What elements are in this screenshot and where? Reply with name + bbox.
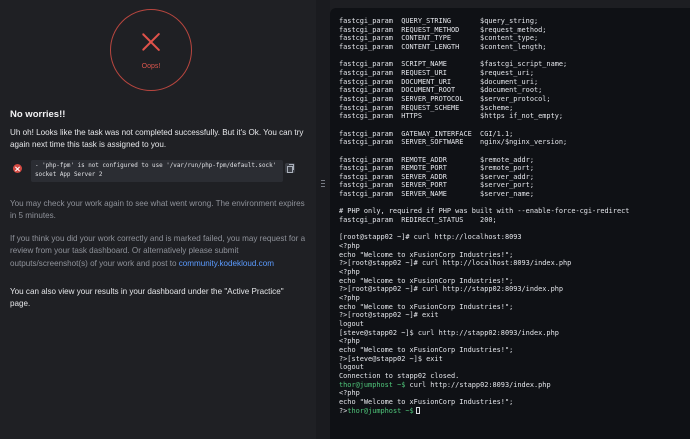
- result-message: Uh oh! Looks like the task was not compl…: [10, 128, 304, 150]
- terminal-line: ?>[root@stapp02 ~]# exit: [339, 311, 439, 320]
- terminal-line: logout: [339, 319, 364, 328]
- terminal-line: <?php: [339, 389, 360, 398]
- terminal-line: <?php: [339, 337, 360, 346]
- terminal-line: ?>[root@stapp02 ~]# curl http://localhos…: [339, 259, 572, 268]
- terminal-line: ?>thor@jumphost ~$: [339, 407, 629, 416]
- terminal-window[interactable]: fastcgi_param QUERY_STRING $query_string…: [330, 8, 690, 439]
- review-note: If you think you did your work correctly…: [10, 233, 306, 270]
- terminal-line: ?>[steve@stapp02 ~]$ exit: [339, 354, 443, 363]
- terminal-line: fastcgi_param GATEWAY_INTERFACE CGI/1.1;: [339, 129, 514, 138]
- terminal-line: fastcgi_param REQUEST_URI $request_uri;: [339, 68, 534, 77]
- result-heading: No worries!!: [10, 109, 66, 120]
- error-text: - 'php-fpm' is not configured to use '/v…: [31, 160, 283, 182]
- shell-prompt: thor@jumphost ~$: [339, 380, 406, 389]
- terminal-line: fastcgi_param REQUEST_SCHEME $scheme;: [339, 103, 514, 112]
- terminal-line: <?php: [339, 268, 360, 277]
- terminal-line: fastcgi_param SERVER_SOFTWARE nginx/$ngi…: [339, 138, 568, 147]
- terminal-line: fastcgi_param HTTPS $https if_not_empty;: [339, 112, 564, 121]
- check-note: You may check your work again to see wha…: [10, 199, 305, 221]
- terminal-line: fastcgi_param SERVER_ADDR $server_addr;: [339, 172, 534, 181]
- terminal-line: fastcgi_param REMOTE_PORT $remote_port;: [339, 164, 534, 173]
- terminal-line: [steve@stapp02 ~]$ curl http://stapp02:8…: [339, 328, 559, 337]
- terminal-line: fastcgi_param DOCUMENT_ROOT $document_ro…: [339, 86, 543, 95]
- shell-command: curl http://stapp02:8093/index.php: [405, 380, 551, 389]
- terminal-line: thor@jumphost ~$ curl http://stapp02:809…: [339, 381, 629, 390]
- failure-indicator: Oops!: [110, 9, 192, 91]
- terminal-output: fastcgi_param QUERY_STRING $query_string…: [339, 17, 629, 415]
- copy-icon[interactable]: [285, 163, 295, 173]
- terminal-line: <?php: [339, 294, 360, 302]
- terminal-line: fastcgi_param SERVER_NAME $server_name;: [339, 190, 534, 199]
- terminal-line: logout: [339, 363, 364, 372]
- result-panel: Oops! No worries!! Uh oh! Looks like the…: [0, 0, 316, 439]
- terminal-line: fastcgi_param SCRIPT_NAME $fastcgi_scrip…: [339, 60, 568, 69]
- terminal-line: echo "Welcome to xFusionCorp Industries!…: [339, 397, 514, 406]
- terminal-line: echo "Welcome to xFusionCorp Industries!…: [339, 302, 514, 311]
- terminal-line: Connection to stapp02 closed.: [339, 371, 460, 380]
- panel-divider[interactable]: [316, 0, 330, 439]
- terminal-line: fastcgi_param SERVER_PROTOCOL $server_pr…: [339, 94, 551, 103]
- terminal-line: ?>[root@stapp02 ~]# curl http://stapp02:…: [339, 285, 564, 294]
- terminal-line: fastcgi_param DOCUMENT_URI $document_uri…: [339, 77, 539, 86]
- community-link[interactable]: community.kodekloud.com: [179, 259, 274, 268]
- terminal-line: fastcgi_param CONTENT_LENGTH $content_le…: [339, 42, 547, 51]
- terminal-line: [root@stapp02 ~]# curl http://localhost:…: [339, 233, 522, 242]
- oops-label: Oops!: [141, 63, 161, 70]
- terminal-line: fastcgi_param QUERY_STRING $query_string…: [339, 17, 539, 25]
- terminal-line: echo "Welcome to xFusionCorp Industries!…: [339, 345, 514, 354]
- shell-prompt: thor@jumphost ~$: [347, 406, 414, 415]
- terminal-line: echo "Welcome to xFusionCorp Industries!…: [339, 276, 514, 285]
- terminal-line: fastcgi_param CONTENT_TYPE $content_type…: [339, 34, 539, 43]
- terminal-line: fastcgi_param REQUEST_METHOD $request_me…: [339, 25, 547, 34]
- terminal-line: fastcgi_param SERVER_PORT $server_port;: [339, 181, 534, 190]
- error-icon: [13, 164, 22, 173]
- terminal-line: fastcgi_param REMOTE_ADDR $remote_addr;: [339, 155, 534, 164]
- terminal-line: <?php: [339, 242, 360, 251]
- terminal-cursor[interactable]: [415, 407, 420, 415]
- close-icon: [141, 32, 161, 52]
- terminal-line: # PHP only, required if PHP was built wi…: [339, 207, 630, 216]
- error-box: - 'php-fpm' is not configured to use '/v…: [10, 160, 296, 182]
- resize-handle-icon[interactable]: [321, 180, 325, 188]
- dashboard-note: You can also view your results in your d…: [10, 287, 284, 309]
- terminal-line: fastcgi_param REDIRECT_STATUS 200;: [339, 216, 497, 225]
- terminal-line: echo "Welcome to xFusionCorp Industries!…: [339, 250, 514, 259]
